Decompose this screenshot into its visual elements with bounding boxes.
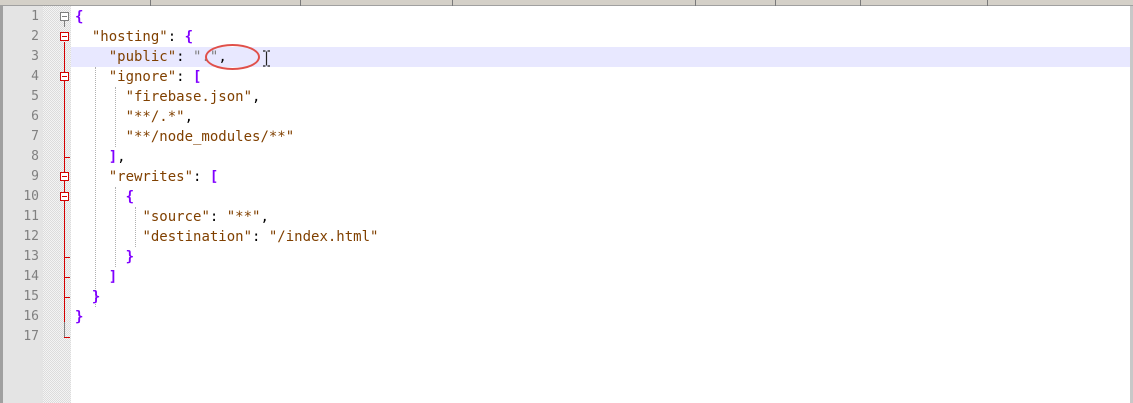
code-token: : — [193, 169, 210, 185]
code-token: : — [209, 209, 227, 225]
code-token: "/index.html" — [268, 229, 379, 245]
line-number: 11 — [23, 209, 39, 224]
code-text: "rewrites": [ — [75, 167, 219, 187]
code-text: ], — [75, 147, 126, 167]
code-token: "public" — [108, 49, 177, 65]
code-line[interactable]: 4 "ignore": [ — [0, 67, 1130, 87]
line-number: 1 — [31, 9, 39, 24]
fold-toggle-icon[interactable] — [60, 192, 69, 201]
code-token: { — [75, 9, 84, 25]
code-line[interactable]: 3 "public": ".", — [0, 47, 1130, 67]
code-token: , — [260, 209, 269, 225]
code-line[interactable]: 5 "firebase.json", — [0, 87, 1130, 107]
line-number: 13 — [23, 249, 39, 264]
code-text: } — [75, 247, 134, 267]
code-line[interactable]: 1{ — [0, 7, 1130, 27]
line-number: 2 — [31, 29, 39, 44]
code-token: } — [125, 249, 135, 265]
fold-end-marker — [64, 157, 70, 158]
code-token: [ — [193, 69, 202, 85]
code-token: "**/.*" — [125, 109, 185, 125]
fold-toggle-icon[interactable] — [60, 32, 69, 41]
fold-line — [64, 21, 65, 27]
fold-end-marker — [64, 337, 70, 338]
code-token: [ — [209, 169, 219, 185]
code-line[interactable]: 10 { — [0, 187, 1130, 207]
line-number: 3 — [31, 49, 39, 64]
line-number: 7 — [31, 129, 39, 144]
code-text: "source": "**", — [75, 207, 269, 227]
code-line[interactable]: 12 "destination": "/index.html" — [0, 227, 1130, 247]
code-token: : — [176, 49, 194, 65]
code-token: "ignore" — [108, 69, 177, 85]
code-text: } — [75, 307, 83, 327]
line-number: 16 — [23, 309, 39, 324]
fold-toggle-icon[interactable] — [60, 12, 69, 21]
annotation-circle — [205, 44, 260, 70]
code-line[interactable]: 9 "rewrites": [ — [0, 167, 1130, 187]
code-editor[interactable]: 1{2 "hosting": {3 "public": ".", 4 "ignor… — [0, 6, 1133, 403]
code-token: ] — [108, 269, 118, 285]
text-cursor-icon — [263, 50, 270, 67]
line-number: 14 — [23, 269, 39, 284]
code-token: } — [75, 309, 84, 325]
fold-toggle-icon[interactable] — [60, 172, 69, 181]
code-line[interactable]: 11 "source": "**", — [0, 207, 1130, 227]
code-token: } — [91, 289, 101, 305]
code-text: "**/node_modules/**" — [75, 127, 295, 147]
line-number: 8 — [31, 149, 39, 164]
code-token: , — [252, 89, 261, 105]
code-text: "ignore": [ — [75, 67, 202, 87]
code-token: "**/node_modules/**" — [125, 129, 295, 145]
code-token: "source" — [142, 209, 210, 225]
fold-line — [64, 322, 65, 338]
fold-toggle-icon[interactable] — [60, 72, 69, 81]
code-text: ] — [75, 267, 117, 287]
code-line[interactable]: 15 } — [0, 287, 1130, 307]
code-token: ] — [108, 149, 118, 165]
code-token: , — [184, 109, 194, 125]
fold-end-marker — [64, 257, 70, 258]
fold-end-marker — [64, 297, 70, 298]
code-token: : — [167, 29, 185, 45]
line-number: 15 — [23, 289, 39, 304]
fold-end-marker — [64, 277, 70, 278]
line-number: 12 — [23, 229, 39, 244]
code-line[interactable]: 7 "**/node_modules/**" — [0, 127, 1130, 147]
code-token: "firebase.json" — [125, 89, 253, 105]
code-line[interactable]: 17 — [0, 327, 1130, 347]
code-token: "hosting" — [91, 29, 168, 45]
code-text: "**/.*", — [75, 107, 193, 127]
line-number: 5 — [31, 89, 39, 104]
code-text: "destination": "/index.html" — [75, 227, 378, 247]
code-token: : — [176, 69, 194, 85]
code-text: { — [75, 187, 134, 207]
line-number: 9 — [31, 169, 39, 184]
code-line[interactable]: 8 ], — [0, 147, 1130, 167]
code-token: "rewrites" — [108, 169, 194, 185]
code-text: } — [75, 287, 100, 307]
code-text: { — [75, 7, 83, 27]
code-line[interactable]: 13 } — [0, 247, 1130, 267]
code-line[interactable]: 2 "hosting": { — [0, 27, 1130, 47]
code-token: "**" — [226, 209, 261, 225]
code-token: : — [252, 229, 269, 245]
code-text: "hosting": { — [75, 27, 193, 47]
code-text: "public": ".", — [75, 47, 227, 67]
code-token: "destination" — [142, 229, 253, 245]
code-text: "firebase.json", — [75, 87, 261, 107]
code-line[interactable]: 6 "**/.*", — [0, 107, 1130, 127]
code-token: , — [117, 149, 126, 165]
line-number: 10 — [23, 189, 39, 204]
fold-line — [64, 42, 65, 322]
code-line[interactable]: 16} — [0, 307, 1130, 327]
code-token: { — [184, 29, 194, 45]
code-line[interactable]: 14 ] — [0, 267, 1130, 287]
line-number: 4 — [31, 69, 39, 84]
line-number: 6 — [31, 109, 39, 124]
code-token: { — [125, 189, 135, 205]
line-number: 17 — [23, 329, 39, 344]
